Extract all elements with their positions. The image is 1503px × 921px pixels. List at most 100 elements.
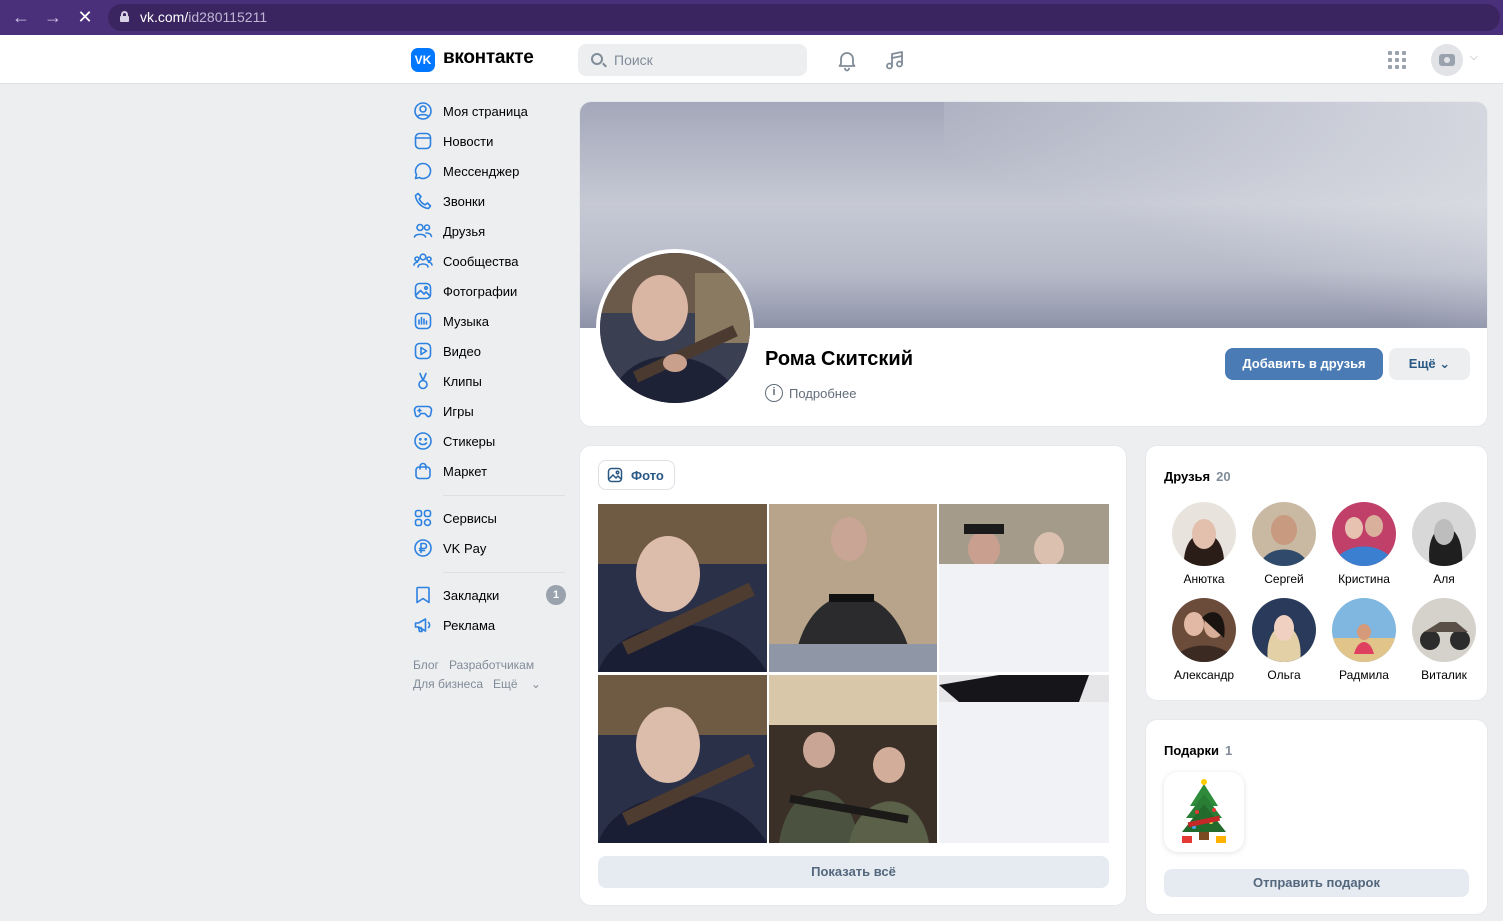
friend-avatar[interactable]: [1252, 502, 1316, 566]
sidebar-item-phone[interactable]: Звонки: [411, 186, 566, 216]
friend-avatar[interactable]: [1412, 598, 1476, 662]
sidebar-item-music[interactable]: Музыка: [411, 306, 566, 336]
sidebar-item-photo[interactable]: Фотографии: [411, 276, 566, 306]
add-friend-button[interactable]: Добавить в друзья: [1225, 348, 1383, 380]
friend-name[interactable]: Сергей: [1244, 572, 1324, 586]
friend-avatar[interactable]: [1172, 598, 1236, 662]
sidebar-item-gamepad[interactable]: Игры: [411, 396, 566, 426]
sidebar-item-label: Видео: [443, 343, 481, 359]
profile-avatar[interactable]: [596, 249, 754, 407]
stop-loading-icon[interactable]: ✕: [74, 6, 96, 28]
image-icon: [607, 467, 623, 483]
friend-name[interactable]: Виталик: [1404, 668, 1484, 682]
photo-thumbnail[interactable]: [769, 504, 937, 672]
back-arrow-icon[interactable]: ←: [10, 6, 32, 28]
footer-link-more[interactable]: Ещё ⌄: [493, 677, 541, 691]
photo-thumbnail[interactable]: [598, 675, 767, 843]
newspaper-icon: [414, 132, 432, 150]
address-bar[interactable]: vk.com/id280115211: [108, 4, 1500, 31]
sidebar-item-label: Клипы: [443, 373, 482, 389]
sidebar-item-newspaper[interactable]: Новости: [411, 126, 566, 156]
friend-avatar[interactable]: [1172, 502, 1236, 566]
friend-name[interactable]: Радмила: [1324, 668, 1404, 682]
photo-thumbnail[interactable]: [939, 504, 1109, 564]
forward-arrow-icon[interactable]: →: [42, 6, 64, 28]
friend-name[interactable]: Кристина: [1324, 572, 1404, 586]
sidebar-item-clips[interactable]: Клипы: [411, 366, 566, 396]
sidebar-item-video[interactable]: Видео: [411, 336, 566, 366]
friend-item[interactable]: Сергей: [1244, 502, 1324, 586]
sidebar-item-label: Новости: [443, 133, 494, 149]
friends-title[interactable]: Друзья 20: [1164, 469, 1231, 484]
footer-links: Блог Разработчикам Для бизнеса Ещё ⌄: [411, 656, 566, 694]
sidebar-item-user-circle[interactable]: Моя страница: [411, 96, 566, 126]
gifts-card: Подарки 1 Отправить подарок: [1145, 719, 1488, 915]
more-info-link[interactable]: i Подробнее: [765, 384, 856, 402]
sidebar-item-bookmark[interactable]: Закладки 1: [411, 580, 566, 610]
christmas-tree-icon: [1182, 779, 1226, 843]
music-note-icon[interactable]: [883, 48, 907, 72]
camera-icon: [1439, 54, 1455, 66]
friend-item[interactable]: Ольга: [1244, 598, 1324, 682]
friend-name[interactable]: Александр: [1164, 668, 1244, 682]
sidebar-item-label: Сообщества: [443, 253, 519, 269]
brand-name[interactable]: вконтакте: [443, 47, 534, 69]
friend-item[interactable]: Александр: [1164, 598, 1244, 682]
search-input[interactable]: Поиск: [578, 44, 807, 76]
sidebar-item-label: Стикеры: [443, 433, 496, 449]
clips-icon: [418, 372, 428, 390]
friend-item[interactable]: Аля: [1404, 502, 1484, 586]
more-actions-button[interactable]: Ещё ⌄: [1389, 348, 1470, 380]
photo-thumbnail[interactable]: [598, 504, 767, 672]
sidebar-item-bag[interactable]: Маркет: [411, 456, 566, 486]
video-icon: [414, 342, 432, 360]
friend-name[interactable]: Аля: [1404, 572, 1484, 586]
chevron-down-icon[interactable]: ⌵: [1470, 52, 1478, 63]
apps-grid-icon[interactable]: [1388, 51, 1406, 69]
send-gift-button[interactable]: Отправить подарок: [1164, 869, 1469, 897]
gamepad-icon: [413, 405, 433, 418]
gift-item[interactable]: [1164, 772, 1244, 852]
friend-name[interactable]: Ольга: [1244, 668, 1324, 682]
bookmark-icon: [416, 586, 430, 604]
photo-thumbnail[interactable]: [769, 675, 937, 843]
sidebar-item-community[interactable]: Сообщества: [411, 246, 566, 276]
photo-icon: [414, 282, 432, 300]
profile-menu-avatar[interactable]: [1431, 44, 1463, 76]
friend-item[interactable]: Виталик: [1404, 598, 1484, 682]
photo-placeholder: [939, 702, 1109, 843]
friend-avatar[interactable]: [1252, 598, 1316, 662]
friend-avatar[interactable]: [1332, 598, 1396, 662]
profile-header-card: Рома Скитский i Подробнее Добавить в дру…: [579, 101, 1488, 427]
friend-item[interactable]: Анютка: [1164, 502, 1244, 586]
friend-name[interactable]: Анютка: [1164, 572, 1244, 586]
friend-avatar[interactable]: [1412, 502, 1476, 566]
footer-link-business[interactable]: Для бизнеса: [413, 677, 483, 691]
sidebar-item-label: Игры: [443, 403, 474, 419]
gifts-count: 1: [1225, 743, 1233, 758]
smile-icon: [414, 432, 432, 450]
friend-avatar[interactable]: [1332, 502, 1396, 566]
friend-item[interactable]: Радмила: [1324, 598, 1404, 682]
message-icon: [414, 162, 432, 180]
sidebar-item-services[interactable]: Сервисы: [411, 503, 566, 533]
vk-logo-icon[interactable]: VK: [411, 48, 435, 72]
url-text: vk.com/id280115211: [140, 9, 268, 25]
photo-thumbnail[interactable]: [939, 675, 1109, 702]
sidebar-item-megaphone[interactable]: Реклама: [411, 610, 566, 640]
footer-link-developers[interactable]: Разработчикам: [449, 658, 534, 672]
tab-photos[interactable]: Фото: [598, 460, 675, 490]
bell-icon[interactable]: [835, 48, 859, 72]
left-sidebar: Моя страница Новости Мессенджер Звонки Друзь…: [411, 96, 566, 694]
gifts-title[interactable]: Подарки 1: [1164, 743, 1232, 758]
sidebar-item-message[interactable]: Мессенджер: [411, 156, 566, 186]
show-all-photos-button[interactable]: Показать всё: [598, 856, 1109, 888]
friend-item[interactable]: Кристина: [1324, 502, 1404, 586]
footer-link-blog[interactable]: Блог: [413, 658, 439, 672]
vkpay-icon: [414, 539, 432, 557]
sidebar-item-smile[interactable]: Стикеры: [411, 426, 566, 456]
sidebar-item-vkpay[interactable]: VK Pay: [411, 533, 566, 563]
sidebar-item-label: Закладки: [443, 587, 500, 603]
sidebar-item-friends[interactable]: Друзья: [411, 216, 566, 246]
search-placeholder: Поиск: [614, 52, 653, 68]
